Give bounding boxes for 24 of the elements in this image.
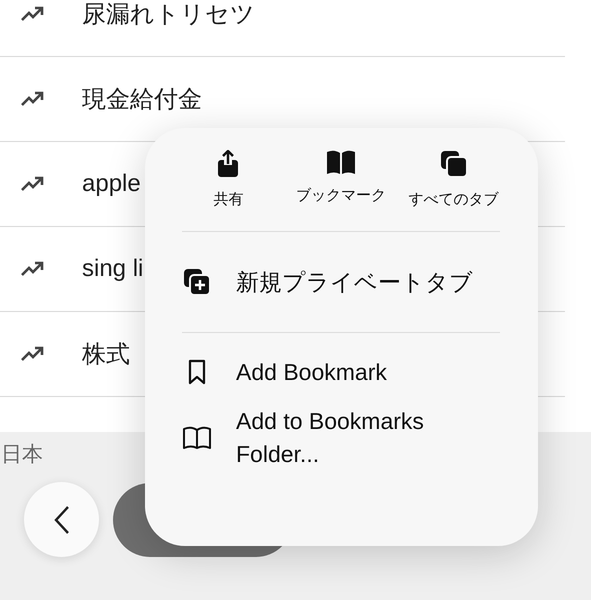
- trending-search[interactable]: apple: [82, 170, 141, 198]
- trending-icon: [20, 5, 46, 23]
- menu-action[interactable]: すべてのタブ: [397, 150, 510, 209]
- trending-icon: [20, 260, 46, 278]
- back-icon: [54, 504, 70, 534]
- trending-search[interactable]: sing li: [82, 255, 144, 283]
- trending-search[interactable]: 株式: [82, 338, 130, 370]
- trending-search[interactable]: 尿漏れトリセツ: [82, 0, 255, 30]
- trending-icon: [20, 175, 46, 193]
- trending-icon: [20, 90, 46, 108]
- menu-item[interactable]: Add to Bookmarks Folder...: [182, 405, 500, 471]
- bookmark-icon: [188, 359, 206, 385]
- add-tab-icon: [183, 268, 211, 296]
- trending-icon: [20, 345, 46, 363]
- menu-action[interactable]: ブックマーク: [284, 150, 398, 209]
- share-icon: [217, 150, 240, 178]
- menu-item[interactable]: 新規プライベートタブ: [182, 238, 500, 326]
- menu-item[interactable]: Add Bookmark: [182, 339, 500, 405]
- book-icon: [182, 426, 212, 450]
- book-icon: [326, 150, 356, 174]
- trending-search[interactable]: 現金給付金: [82, 83, 202, 115]
- menu-action[interactable]: 共有: [172, 150, 285, 209]
- region-label: 日本: [1, 442, 43, 468]
- tabs-icon: [440, 150, 468, 178]
